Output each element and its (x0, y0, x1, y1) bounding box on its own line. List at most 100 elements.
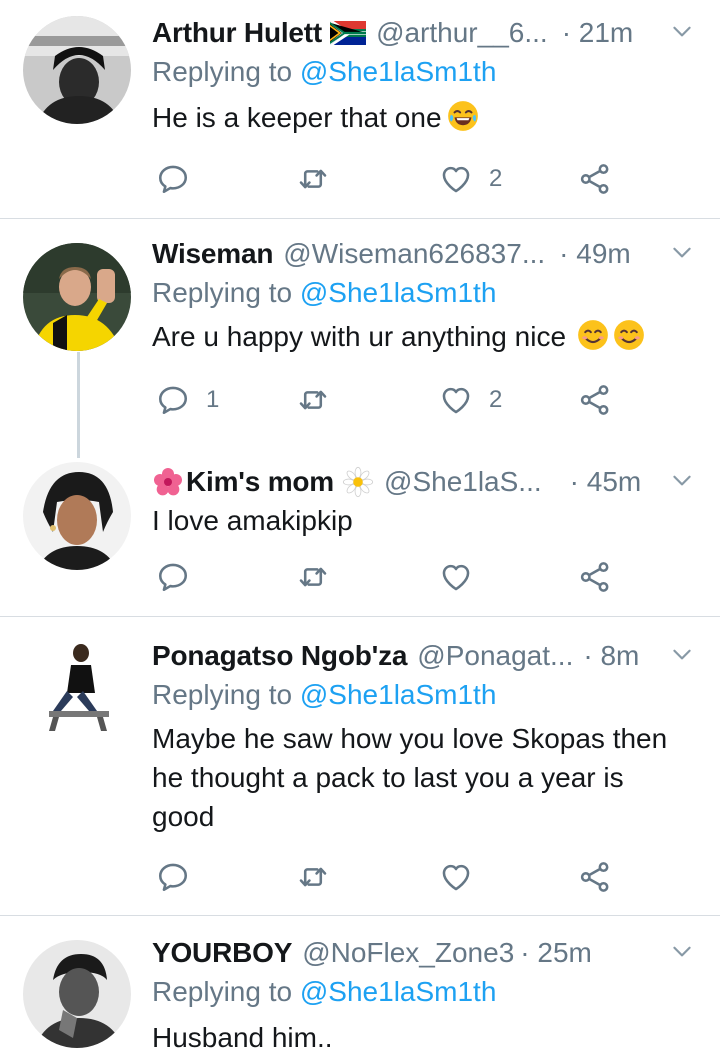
share-button[interactable] (578, 855, 612, 899)
tweet-text-line: he thought a pack to last you a year is (152, 762, 624, 793)
display-name[interactable]: Wiseman (152, 238, 273, 270)
chevron-down-icon[interactable] (669, 938, 695, 964)
avatar[interactable] (23, 462, 131, 570)
heart-icon (439, 162, 473, 196)
tweet[interactable]: YOURBOY @NoFlex_Zone3 · 25m Replying to … (0, 916, 720, 1060)
user-handle[interactable]: @NoFlex_Zone3 (302, 937, 514, 969)
replying-to-label: Replying to (152, 976, 300, 1007)
tweet-text: Maybe he saw how you love Skopas then he… (152, 719, 707, 836)
tweet[interactable]: Arthur Hulett @arthur__6... · 21m Replyi… (0, 0, 720, 218)
reply-icon (156, 560, 190, 594)
smiling-face-emoji-icon (612, 318, 646, 352)
heart-icon (439, 560, 473, 594)
like-button[interactable]: 2 (439, 378, 502, 422)
like-count: 2 (489, 386, 503, 413)
display-name[interactable]: Ponagatso Ngob'za (152, 640, 407, 672)
share-icon (578, 162, 612, 196)
like-count: 2 (489, 165, 503, 192)
timestamp[interactable]: · 21m (562, 17, 634, 49)
avatar[interactable] (23, 633, 131, 741)
like-button[interactable] (439, 855, 473, 899)
display-name[interactable]: YOURBOY (152, 937, 292, 969)
avatar[interactable] (23, 243, 131, 351)
tweet[interactable]: Ponagatso Ngob'za @Ponagat... · 8m Reply… (0, 617, 720, 915)
replying-to: Replying to @She1laSm1th (152, 972, 707, 1012)
tweet-header: Ponagatso Ngob'za @Ponagat... · 8m (152, 637, 707, 675)
heart-icon (439, 860, 473, 894)
retweet-button[interactable] (296, 555, 330, 599)
tweet-text: Husband him.. (152, 1018, 707, 1057)
tweet-text-content: Husband him.. (152, 1022, 333, 1053)
tweet-header: YOURBOY @NoFlex_Zone3 · 25m (152, 934, 707, 972)
tweet-text-line: Maybe he saw how you love Skopas then (152, 723, 668, 754)
tweet-actions (152, 855, 707, 899)
tweet-header: Wiseman @Wiseman626837... · 49m (152, 235, 707, 273)
tweet-text-content: He is a keeper that one (152, 102, 442, 133)
retweet-button[interactable] (296, 157, 330, 201)
chevron-down-icon[interactable] (669, 641, 695, 667)
reply-button[interactable] (156, 157, 190, 201)
replying-to-label: Replying to (152, 679, 300, 710)
like-button[interactable] (439, 555, 473, 599)
display-name[interactable]: Arthur Hulett (152, 17, 322, 49)
reply-button[interactable]: 1 (156, 378, 219, 422)
tweet-text: He is a keeper that one (152, 98, 707, 137)
reply-count: 1 (206, 386, 220, 413)
tweet-text-content: I love amakipkip (152, 505, 353, 536)
like-button[interactable]: 2 (439, 157, 502, 201)
user-handle[interactable]: @Ponagat... (417, 640, 573, 672)
timestamp[interactable]: · 49m (559, 238, 631, 270)
reply-icon (156, 162, 190, 196)
reply-button[interactable] (156, 855, 190, 899)
timestamp[interactable]: · 45m (570, 466, 642, 498)
replying-to: Replying to @She1laSm1th (152, 273, 707, 313)
retweet-icon (296, 162, 330, 196)
mention-link[interactable]: @She1laSm1th (300, 277, 497, 308)
south-africa-flag-icon (330, 21, 366, 45)
mention-link[interactable]: @She1laSm1th (300, 679, 497, 710)
avatar[interactable] (23, 16, 131, 124)
tweet-header: Kim's mom @She1laS... · 45m (152, 463, 707, 501)
timestamp[interactable]: · 25m (520, 937, 592, 969)
tweet-text-content: Are u happy with ur anything nice (152, 321, 567, 352)
laughing-tears-emoji-icon (446, 99, 480, 133)
timestamp[interactable]: · 8m (583, 640, 639, 672)
retweet-button[interactable] (296, 378, 330, 422)
tweet-actions (152, 555, 707, 599)
smiling-face-emoji-icon (576, 318, 610, 352)
tweet-actions: 1 2 (152, 378, 707, 422)
blossom-flower-icon (342, 466, 374, 498)
retweet-icon (296, 860, 330, 894)
share-button[interactable] (578, 555, 612, 599)
heart-icon (439, 383, 473, 417)
mention-link[interactable]: @She1laSm1th (300, 976, 497, 1007)
display-name[interactable]: Kim's mom (186, 466, 334, 498)
retweet-button[interactable] (296, 855, 330, 899)
share-icon (578, 560, 612, 594)
tweet-text-line: good (152, 801, 215, 832)
tweet[interactable]: Kim's mom @She1laS... · 45m I love amaki… (0, 441, 720, 616)
reply-button[interactable] (156, 555, 190, 599)
tweet-text: Are u happy with ur anything nice (152, 317, 707, 356)
user-handle[interactable]: @Wiseman626837... (283, 238, 545, 270)
user-handle[interactable]: @She1laS... (384, 466, 542, 498)
avatar[interactable] (23, 940, 131, 1048)
tweet[interactable]: Wiseman @Wiseman626837... · 49m Replying… (0, 219, 720, 441)
tweet-header: Arthur Hulett @arthur__6... · 21m (152, 14, 707, 52)
reply-icon (156, 860, 190, 894)
tweet-actions: 2 (152, 157, 707, 201)
share-button[interactable] (578, 378, 612, 422)
chevron-down-icon[interactable] (669, 239, 695, 265)
replying-to-label: Replying to (152, 56, 300, 87)
retweet-icon (296, 560, 330, 594)
mention-link[interactable]: @She1laSm1th (300, 56, 497, 87)
cherry-blossom-icon (152, 466, 184, 498)
share-icon (578, 383, 612, 417)
chevron-down-icon[interactable] (669, 18, 695, 44)
chevron-down-icon[interactable] (669, 467, 695, 493)
user-handle[interactable]: @arthur__6... (376, 17, 548, 49)
tweet-text: I love amakipkip (152, 501, 707, 540)
share-button[interactable] (578, 157, 612, 201)
replying-to: Replying to @She1laSm1th (152, 52, 707, 92)
retweet-icon (296, 383, 330, 417)
